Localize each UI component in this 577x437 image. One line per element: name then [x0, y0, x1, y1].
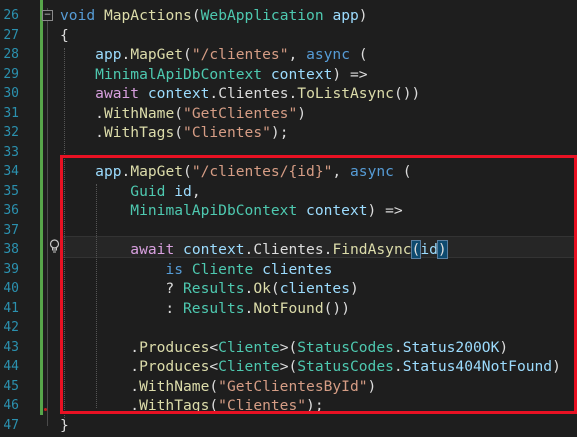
code-token: )	[358, 7, 368, 24]
line-number: 32	[3, 125, 19, 140]
code-token: {	[60, 26, 69, 44]
code-token: await	[95, 85, 140, 102]
line-number: 28	[3, 47, 19, 62]
code-token: "GetClientes"	[183, 104, 298, 122]
line-number: 31	[3, 105, 19, 121]
code-line[interactable]: 31 .WithName("GetClientes")	[0, 104, 577, 124]
code-text[interactable]: app.MapGet("/clientes", async (	[60, 45, 368, 65]
annotation-highlight-box	[60, 155, 577, 414]
code-line[interactable]: 32 .WithTags("Clientes");	[0, 123, 577, 143]
code-line[interactable]: 28 app.MapGet("/clientes", async (	[0, 45, 577, 65]
code-token: ) =>	[332, 65, 368, 83]
code-text[interactable]: {	[60, 26, 69, 46]
line-number: 37	[3, 222, 19, 238]
code-line[interactable]: 26 void MapActions(WebApplication app)	[0, 6, 577, 26]
code-token: (	[174, 124, 184, 141]
code-token: .	[121, 46, 131, 63]
code-text[interactable]: }	[60, 416, 69, 436]
line-number: 47	[3, 417, 19, 433]
code-token: context	[147, 85, 210, 102]
code-line[interactable]: 30 await context.Clientes.ToListAsync())	[0, 84, 577, 104]
code-token: ,	[288, 46, 307, 63]
code-line[interactable]: 29 MinimalApiDbContext context) =>	[0, 65, 577, 85]
line-number: 41	[3, 300, 19, 316]
code-token: )	[297, 104, 307, 122]
code-token: (	[191, 7, 201, 24]
code-token: MinimalApiDbContext	[95, 65, 263, 83]
code-token: .	[288, 85, 298, 102]
code-token: Clientes	[218, 85, 289, 102]
code-text[interactable]: .WithName("GetClientes")	[60, 104, 306, 124]
line-number: 29	[3, 66, 19, 82]
code-text[interactable]: MinimalApiDbContext context) =>	[60, 65, 368, 85]
line-number: 46	[3, 398, 19, 413]
line-number: 34	[3, 164, 19, 179]
code-token: app	[332, 7, 359, 24]
line-number: 33	[3, 144, 19, 160]
code-token: (	[174, 104, 184, 122]
code-token: app	[95, 46, 122, 63]
code-token: MapActions	[103, 7, 192, 24]
code-token: MapGet	[130, 46, 184, 63]
code-text[interactable]: await context.Clientes.ToListAsync())	[60, 84, 420, 104]
code-token: ())	[393, 85, 421, 102]
code-token: }	[60, 416, 69, 434]
code-token: "Clientes"	[183, 124, 271, 141]
code-token: context	[270, 65, 333, 83]
code-token: WebApplication	[200, 7, 324, 24]
breakpoint-marker-icon	[44, 408, 47, 411]
code-token: .	[209, 85, 219, 102]
code-line[interactable]: 47}	[0, 416, 577, 436]
line-number: 36	[3, 203, 19, 218]
code-token: WithName	[103, 104, 175, 122]
line-number: 39	[3, 261, 19, 277]
line-number: 26	[3, 8, 19, 23]
code-editor[interactable]: − 26 void MapActions(WebApplication app) 2…	[0, 0, 577, 437]
code-text[interactable]: .WithTags("Clientes");	[60, 123, 288, 143]
code-token: WithTags	[103, 124, 175, 141]
code-token: .	[60, 104, 104, 122]
line-number: 35	[3, 183, 19, 199]
code-token: ToListAsync	[297, 85, 394, 102]
line-number: 44	[3, 359, 19, 374]
line-number: 38	[3, 242, 19, 257]
code-token: .	[60, 124, 104, 141]
line-number: 27	[3, 27, 19, 43]
code-token: "/clientes"	[191, 46, 289, 63]
line-number: 43	[3, 339, 19, 355]
code-token: );	[270, 124, 289, 141]
code-token: async	[306, 46, 350, 63]
line-number: 40	[3, 281, 19, 296]
code-token: (	[183, 46, 192, 63]
code-token: (	[350, 46, 368, 63]
code-text[interactable]: void MapActions(WebApplication app)	[60, 6, 368, 26]
code-token: void	[60, 7, 96, 24]
line-number: 42	[3, 320, 19, 335]
line-number: 45	[3, 378, 19, 394]
code-line[interactable]: 27 {	[0, 26, 577, 46]
line-number: 30	[3, 86, 19, 101]
